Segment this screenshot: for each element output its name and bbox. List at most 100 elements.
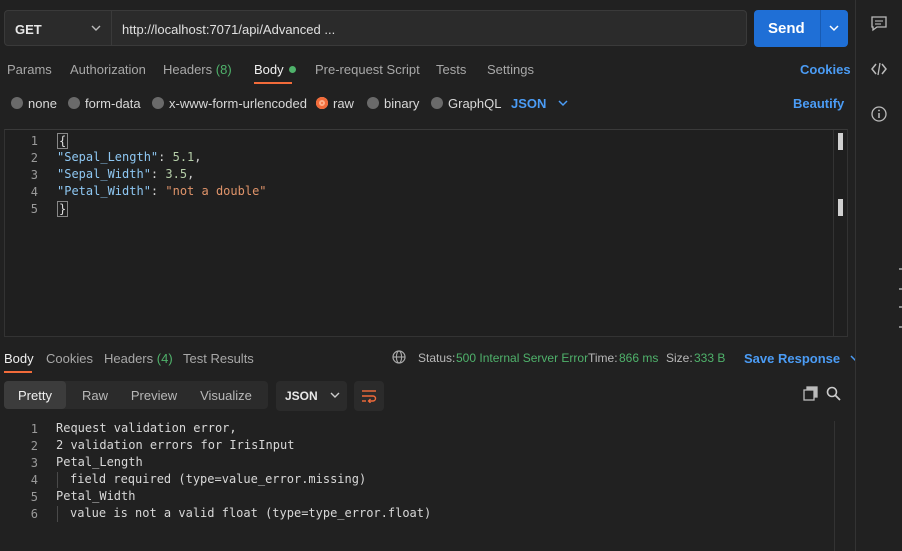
- response-scrollbar[interactable]: [834, 421, 848, 551]
- send-button[interactable]: Send: [754, 10, 848, 47]
- indent-guide: [57, 506, 58, 522]
- chevron-down-icon: [91, 23, 101, 33]
- size-value-text: 333 B: [694, 351, 725, 365]
- radio-circle: [152, 97, 164, 109]
- send-divider: [820, 10, 821, 47]
- radio-graphql[interactable]: GraphQL: [431, 96, 501, 111]
- response-tab-headers[interactable]: Headers (4): [104, 351, 173, 366]
- body-format-select[interactable]: JSON: [511, 96, 568, 111]
- method-select[interactable]: GET: [4, 10, 112, 46]
- json-value: 5.1: [173, 150, 195, 164]
- json-comma: ,: [187, 167, 194, 181]
- response-line: 2 validation errors for IrisInput: [56, 438, 294, 452]
- scroll-marker: [838, 199, 843, 216]
- view-pretty[interactable]: Pretty: [4, 381, 66, 409]
- chevron-down-icon: [558, 98, 568, 108]
- wrap-lines-icon: [361, 389, 377, 403]
- tab-authorization[interactable]: Authorization: [70, 62, 146, 77]
- tab-body-label: Body: [254, 62, 284, 77]
- radio-none[interactable]: none: [11, 96, 57, 111]
- close-brace: }: [57, 201, 68, 217]
- view-visualize[interactable]: Visualize: [184, 381, 268, 409]
- radio-form-data-label: form-data: [85, 96, 141, 111]
- info-icon[interactable]: [870, 105, 888, 123]
- code-line: "Sepal_Width": 3.5,: [57, 167, 194, 181]
- radio-urlencoded[interactable]: x-www-form-urlencoded: [152, 96, 307, 111]
- tab-settings[interactable]: Settings: [487, 62, 534, 77]
- json-colon: :: [158, 150, 172, 164]
- time-value[interactable]: 866 ms: [619, 351, 658, 365]
- tab-pre-request-script[interactable]: Pre-request Script: [315, 62, 420, 77]
- response-tab-cookies[interactable]: Cookies: [46, 351, 93, 366]
- save-response-label: Save Response: [744, 351, 840, 366]
- radio-circle: [431, 97, 443, 109]
- status-value[interactable]: 500 Internal Server Error: [456, 351, 588, 365]
- json-colon: :: [151, 167, 165, 181]
- view-preview[interactable]: Preview: [124, 381, 184, 409]
- radio-binary[interactable]: binary: [367, 96, 419, 111]
- right-sidebar: [855, 0, 902, 551]
- beautify-link[interactable]: Beautify: [793, 96, 844, 111]
- globe-icon[interactable]: [392, 350, 406, 364]
- indent-guide: [57, 472, 58, 488]
- radio-raw[interactable]: raw: [316, 96, 354, 111]
- json-comma: ,: [194, 150, 201, 164]
- response-tab-body[interactable]: Body: [4, 351, 34, 366]
- response-line-number: 2: [4, 439, 38, 453]
- active-tab-underline: [254, 82, 292, 84]
- status-code-text: 500 Internal Server Error: [456, 351, 588, 365]
- send-label: Send: [768, 20, 805, 37]
- chevron-down-icon: [330, 390, 340, 400]
- tab-headers-label: Headers: [163, 62, 212, 77]
- response-line: Petal_Length: [56, 455, 143, 469]
- response-format-label: JSON: [285, 389, 318, 403]
- code-line: "Petal_Width": "not a double": [57, 184, 267, 198]
- code-line: }: [57, 201, 68, 217]
- radio-circle: [367, 97, 379, 109]
- json-value: 3.5: [165, 167, 187, 181]
- open-brace: {: [57, 133, 68, 149]
- radio-none-label: none: [28, 96, 57, 111]
- radio-form-data[interactable]: form-data: [68, 96, 141, 111]
- status-label: Status:: [418, 351, 455, 365]
- response-format-select[interactable]: JSON: [276, 381, 347, 411]
- response-line: Request validation error,: [56, 421, 237, 435]
- body-format-label: JSON: [511, 96, 546, 111]
- response-view-toggle: Pretty Raw Preview Visualize: [4, 381, 268, 409]
- code-line: "Sepal_Length": 5.1,: [57, 150, 202, 164]
- wrap-lines-button[interactable]: [354, 381, 384, 411]
- url-input[interactable]: http://localhost:7071/api/Advanced ...: [112, 10, 747, 46]
- size-label: Size:: [666, 351, 693, 365]
- response-line-number: 5: [4, 490, 38, 504]
- line-number: 2: [4, 151, 38, 165]
- response-headers-count: (4): [157, 351, 173, 366]
- comment-icon[interactable]: [870, 15, 888, 33]
- response-tab-headers-label: Headers: [104, 351, 153, 366]
- line-number: 5: [4, 202, 38, 216]
- line-number: 3: [4, 168, 38, 182]
- json-value: "not a double": [165, 184, 266, 198]
- headers-count: (8): [216, 62, 232, 77]
- chevron-down-icon[interactable]: [828, 22, 840, 34]
- time-label: Time:: [588, 351, 618, 365]
- response-line-number: 4: [4, 473, 38, 487]
- size-value[interactable]: 333 B: [694, 351, 725, 365]
- body-indicator-dot: [289, 66, 296, 73]
- search-icon[interactable]: [826, 386, 841, 401]
- code-line: {: [57, 133, 68, 149]
- editor-scrollbar[interactable]: [833, 130, 847, 336]
- tab-headers[interactable]: Headers (8): [163, 62, 232, 77]
- save-response-button[interactable]: Save Response: [744, 351, 860, 366]
- tab-body[interactable]: Body: [254, 62, 296, 77]
- tab-tests[interactable]: Tests: [436, 62, 466, 77]
- code-icon[interactable]: [870, 60, 888, 78]
- response-tab-test-results[interactable]: Test Results: [183, 351, 254, 366]
- tab-params[interactable]: Params: [7, 62, 52, 77]
- json-key: "Sepal_Width": [57, 167, 151, 181]
- view-raw[interactable]: Raw: [66, 381, 124, 409]
- copy-icon[interactable]: [803, 386, 818, 401]
- line-number: 4: [4, 185, 38, 199]
- response-line: field required (type=value_error.missing…: [70, 472, 366, 486]
- cookies-link[interactable]: Cookies: [800, 62, 851, 77]
- response-line: value is not a valid float (type=type_er…: [70, 506, 431, 520]
